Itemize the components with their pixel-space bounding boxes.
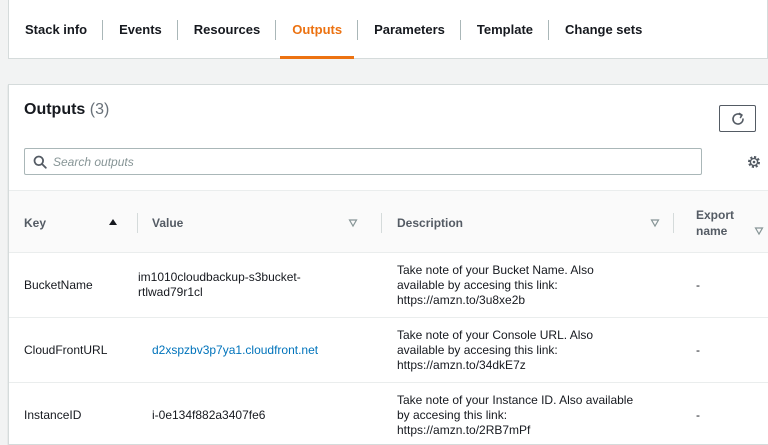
caret-down-outline-icon: [650, 219, 660, 228]
cell-description: Take note of your Instance ID. Also avai…: [397, 383, 669, 445]
cell-value: im1010cloudbackup-s3bucket- rtlwad79r1cl: [138, 253, 378, 317]
cell-description-line: https://amzn.to/3u8xe2b: [397, 292, 526, 307]
column-header-description[interactable]: Description: [382, 191, 674, 254]
column-header-key[interactable]: Key: [9, 191, 138, 254]
cell-description-line: available by accesing this link:: [397, 277, 558, 292]
cloudfront-url-link[interactable]: d2xspzbv3p7ya1.cloudfront.net: [152, 343, 318, 358]
cell-value: i-0e134f882a3407fe6: [152, 407, 266, 422]
refresh-button[interactable]: [719, 105, 756, 132]
tab-label: Parameters: [374, 21, 445, 37]
tab-parameters[interactable]: Parameters: [358, 0, 461, 59]
tab-resources[interactable]: Resources: [178, 0, 277, 59]
column-header-label: Value: [152, 215, 184, 230]
refresh-icon: [731, 112, 744, 125]
cell-export-name: -: [696, 407, 700, 422]
cell-description-line: by accesing this link:: [397, 407, 508, 422]
cell-value-line: rtlwad79r1cl: [138, 285, 203, 299]
cell-value-line: im1010cloudbackup-s3bucket-: [138, 270, 301, 284]
search-box[interactable]: [24, 148, 702, 175]
tab-label: Stack info: [25, 21, 88, 37]
cell-key: InstanceID: [24, 407, 82, 422]
cell-description-line: Take note of your Console URL. Also: [397, 327, 594, 342]
caret-up-icon: [109, 219, 117, 225]
tab-template[interactable]: Template: [461, 0, 550, 59]
tab-label: Events: [119, 21, 162, 37]
column-header-label: Key: [24, 215, 47, 230]
tab-bar: Stack info Events Resources Outputs Para…: [8, 0, 768, 59]
cell-description-line: Take note of your Instance ID. Also avai…: [397, 392, 634, 407]
panel-title: Outputs (3): [24, 101, 109, 119]
caret-down-outline-icon: [754, 227, 764, 236]
gear-icon: [748, 156, 760, 168]
cell-description-line: available by accesing this link:: [397, 342, 558, 357]
column-header-value[interactable]: Value: [138, 191, 382, 254]
table-row: InstanceID i-0e134f882a3407fe6 Take note…: [9, 383, 768, 445]
table-header: Key Value Description Export name: [9, 190, 768, 253]
cell-key: BucketName: [24, 277, 93, 292]
cell-description: Take note of your Console URL. Also avai…: [397, 318, 669, 382]
cell-key: CloudFrontURL: [24, 342, 108, 357]
column-header-export-name[interactable]: Export name: [674, 191, 768, 254]
outputs-count: (3): [89, 101, 110, 118]
cell-description-line: https://amzn.to/34dkE7z: [397, 357, 526, 372]
tab-stack-info[interactable]: Stack info: [17, 0, 104, 59]
column-header-label: Export name: [696, 207, 734, 239]
tab-outputs[interactable]: Outputs: [276, 0, 359, 59]
cell-export-name: -: [696, 342, 700, 357]
tab-events[interactable]: Events: [103, 0, 178, 59]
outputs-panel: Outputs (3) Key Value: [8, 84, 768, 445]
tab-label: Resources: [193, 21, 261, 37]
tab-label: Outputs: [292, 21, 343, 37]
panel-title-text: Outputs: [24, 101, 86, 118]
cell-value: d2xspzbv3p7ya1.cloudfront.net: [152, 318, 380, 382]
column-header-label: Description: [397, 215, 464, 230]
tab-change-sets[interactable]: Change sets: [549, 0, 658, 59]
cell-export-name: -: [696, 277, 700, 292]
cell-description-line: Take note of your Bucket Name. Also: [397, 262, 594, 277]
caret-down-outline-icon: [348, 219, 358, 228]
search-icon: [33, 155, 47, 169]
table-row: CloudFrontURL d2xspzbv3p7ya1.cloudfront.…: [9, 318, 768, 383]
column-header-label-line: name: [696, 223, 728, 238]
column-header-label-line: Export: [696, 207, 735, 222]
tab-label: Change sets: [565, 21, 643, 37]
search-input[interactable]: [53, 150, 701, 173]
preferences-button[interactable]: [743, 151, 765, 173]
table-row: BucketName im1010cloudbackup-s3bucket- r…: [9, 253, 768, 318]
cell-description-line: https://amzn.to/2RB7mPf: [397, 422, 531, 437]
cell-description: Take note of your Bucket Name. Also avai…: [397, 253, 669, 317]
tab-label: Template: [476, 21, 534, 37]
